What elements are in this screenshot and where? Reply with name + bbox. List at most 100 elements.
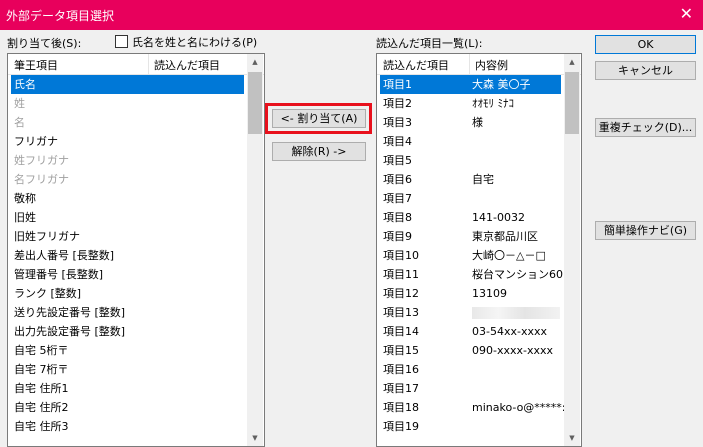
loaded-row[interactable]: 項目7 bbox=[380, 189, 561, 208]
loaded-row[interactable]: 項目1 大森 美〇子 bbox=[380, 75, 561, 94]
assigned-row[interactable]: 姓 bbox=[11, 94, 244, 113]
loaded-row[interactable]: 項目12 13109 bbox=[380, 284, 561, 303]
assigned-row[interactable]: 自宅 住所1 bbox=[11, 379, 244, 398]
loaded-row[interactable]: 項目10 大崎〇－△－□ bbox=[380, 246, 561, 265]
assigned-row[interactable]: フリガナ bbox=[11, 132, 244, 151]
loaded-list-scrollbar[interactable]: ▲ ▼ bbox=[564, 54, 580, 446]
loaded-row[interactable]: 項目2 ｵｵﾓﾘ ﾐﾅｺ bbox=[380, 94, 561, 113]
assigned-row[interactable]: 自宅 5桁〒 bbox=[11, 341, 244, 360]
loaded-row[interactable]: 項目4 bbox=[380, 132, 561, 151]
loaded-row-example bbox=[472, 303, 560, 322]
loaded-row[interactable]: 項目6 自宅 bbox=[380, 170, 561, 189]
assigned-row-field: 名フリガナ bbox=[14, 173, 69, 186]
loaded-row-item: 項目16 bbox=[383, 363, 419, 376]
scroll-down-icon[interactable]: ▼ bbox=[564, 430, 580, 446]
assigned-list-label: 割り当て後(S): bbox=[7, 37, 82, 50]
loaded-row[interactable]: 項目14 03-54xx-xxxx bbox=[380, 322, 561, 341]
loaded-row-example: 090-xxxx-xxxx bbox=[472, 344, 554, 357]
assigned-row[interactable]: ランク [整数] bbox=[11, 284, 244, 303]
scroll-down-icon[interactable]: ▼ bbox=[247, 430, 263, 446]
split-name-checkbox[interactable]: 氏名を姓と名にわける(P) bbox=[115, 34, 257, 50]
loaded-row-item: 項目3 bbox=[383, 116, 412, 129]
assigned-row-field: 自宅 5桁〒 bbox=[14, 344, 69, 357]
loaded-row-item: 項目18 bbox=[383, 401, 419, 414]
redacted-value bbox=[472, 307, 560, 319]
assigned-row-field: 旧姓フリガナ bbox=[14, 230, 80, 243]
assigned-row[interactable]: 自宅 住所3 bbox=[11, 417, 244, 436]
loaded-row[interactable]: 項目8 141-0032 bbox=[380, 208, 561, 227]
duplicate-check-button[interactable]: 重複チェック(D)... bbox=[595, 118, 696, 137]
split-name-checkbox-label: 氏名を姓と名にわける(P) bbox=[132, 36, 258, 49]
loaded-row-item: 項目6 bbox=[383, 173, 412, 186]
checkbox-box[interactable] bbox=[115, 35, 128, 48]
loaded-row-item: 項目14 bbox=[383, 325, 419, 338]
assigned-row-field: 送り先設定番号 [整数] bbox=[14, 306, 126, 319]
release-button[interactable]: 解除(R) -> bbox=[272, 142, 366, 161]
assigned-row[interactable]: 旧姓 bbox=[11, 208, 244, 227]
loaded-row-item: 項目15 bbox=[383, 344, 419, 357]
assigned-row[interactable]: 旧姓フリガナ bbox=[11, 227, 244, 246]
loaded-row-item: 項目5 bbox=[383, 154, 412, 167]
loaded-row[interactable]: 項目9 東京都品川区 bbox=[380, 227, 561, 246]
loaded-row-item: 項目12 bbox=[383, 287, 419, 300]
loaded-row[interactable]: 項目15 090-xxxx-xxxx bbox=[380, 341, 561, 360]
ok-button[interactable]: OK bbox=[595, 35, 696, 54]
easy-navi-button[interactable]: 簡単操作ナビ(G) bbox=[595, 221, 696, 240]
scroll-up-icon[interactable]: ▲ bbox=[564, 54, 580, 70]
assigned-row[interactable]: 管理番号 [長整数] bbox=[11, 265, 244, 284]
loaded-row[interactable]: 項目3 様 bbox=[380, 113, 561, 132]
assigned-row[interactable]: 差出人番号 [長整数] bbox=[11, 246, 244, 265]
loaded-row[interactable]: 項目18 minako-o@*****: bbox=[380, 398, 566, 417]
close-icon[interactable]: ✕ bbox=[680, 4, 693, 23]
assigned-row[interactable]: 送り先設定番号 [整数] bbox=[11, 303, 244, 322]
column-divider[interactable] bbox=[148, 54, 149, 74]
assigned-row-field: 名 bbox=[14, 116, 25, 129]
loaded-row-example: ｵｵﾓﾘ ﾐﾅｺ bbox=[472, 97, 514, 110]
assigned-list-scrollbar[interactable]: ▲ ▼ bbox=[247, 54, 263, 446]
assigned-row[interactable]: 自宅 住所2 bbox=[11, 398, 244, 417]
loaded-row[interactable]: 項目13 bbox=[380, 303, 561, 322]
window-title: 外部データ項目選択 bbox=[6, 9, 115, 23]
assigned-row[interactable]: 出力先設定番号 [整数] bbox=[11, 322, 244, 341]
loaded-row-item: 項目2 bbox=[383, 97, 412, 110]
loaded-row-item: 項目9 bbox=[383, 230, 412, 243]
column-header-fude-field[interactable]: 筆王項目 bbox=[14, 57, 58, 73]
loaded-row-example: 大崎〇－△－□ bbox=[472, 249, 546, 262]
loaded-items-list[interactable]: 読込んだ項目 内容例 項目1 大森 美〇子項目2 ｵｵﾓﾘ ﾐﾅｺ 項目3 様項目4 項目… bbox=[376, 53, 582, 447]
column-header-loaded-field[interactable]: 読込んだ項目 bbox=[154, 57, 220, 73]
scroll-thumb[interactable] bbox=[248, 72, 262, 134]
loaded-row-item: 項目13 bbox=[383, 306, 419, 319]
assigned-row[interactable]: 姓フリガナ bbox=[11, 151, 244, 170]
loaded-row[interactable]: 項目5 bbox=[380, 151, 561, 170]
assigned-row[interactable]: 名フリガナ bbox=[11, 170, 244, 189]
loaded-row[interactable]: 項目19 bbox=[380, 417, 561, 436]
assigned-row[interactable]: 自宅 7桁〒 bbox=[11, 360, 244, 379]
loaded-row[interactable]: 項目11 桜台マンション60 bbox=[380, 265, 563, 284]
assigned-row[interactable]: 名 bbox=[11, 113, 244, 132]
cancel-button[interactable]: キャンセル bbox=[595, 61, 696, 80]
loaded-row-example: 大森 美〇子 bbox=[472, 78, 531, 91]
loaded-row-example: 03-54xx-xxxx bbox=[472, 325, 547, 338]
loaded-row-item: 項目10 bbox=[383, 249, 419, 262]
title-bar: 外部データ項目選択 ✕ bbox=[0, 0, 703, 30]
column-header-example[interactable]: 内容例 bbox=[475, 57, 508, 73]
assigned-row[interactable]: 氏名 bbox=[11, 75, 244, 94]
scroll-up-icon[interactable]: ▲ bbox=[247, 54, 263, 70]
loaded-row-example: minako-o@*****: bbox=[472, 401, 566, 414]
loaded-row-example: 13109 bbox=[472, 287, 507, 300]
loaded-list-header: 読込んだ項目 内容例 bbox=[377, 54, 581, 75]
assigned-row[interactable]: 敬称 bbox=[11, 189, 244, 208]
loaded-row-example: 桜台マンション60 bbox=[472, 268, 563, 281]
loaded-row[interactable]: 項目17 bbox=[380, 379, 561, 398]
assigned-row-field: 管理番号 [長整数] bbox=[14, 268, 104, 281]
assigned-fields-list[interactable]: 筆王項目 読込んだ項目 氏名姓名フリガナ 姓フリガナ 名フリガナ 敬称 旧姓 旧姓フリガナ… bbox=[7, 53, 265, 447]
highlight-box bbox=[265, 103, 372, 134]
assigned-row-field: 旧姓 bbox=[14, 211, 36, 224]
scroll-thumb[interactable] bbox=[565, 72, 579, 134]
loaded-row[interactable]: 項目16 bbox=[380, 360, 561, 379]
column-divider[interactable] bbox=[469, 54, 470, 74]
column-header-loaded-item[interactable]: 読込んだ項目 bbox=[383, 57, 449, 73]
assigned-row-field: 自宅 7桁〒 bbox=[14, 363, 69, 376]
assigned-row-field: 姓 bbox=[14, 97, 25, 110]
loaded-row-item: 項目4 bbox=[383, 135, 412, 148]
